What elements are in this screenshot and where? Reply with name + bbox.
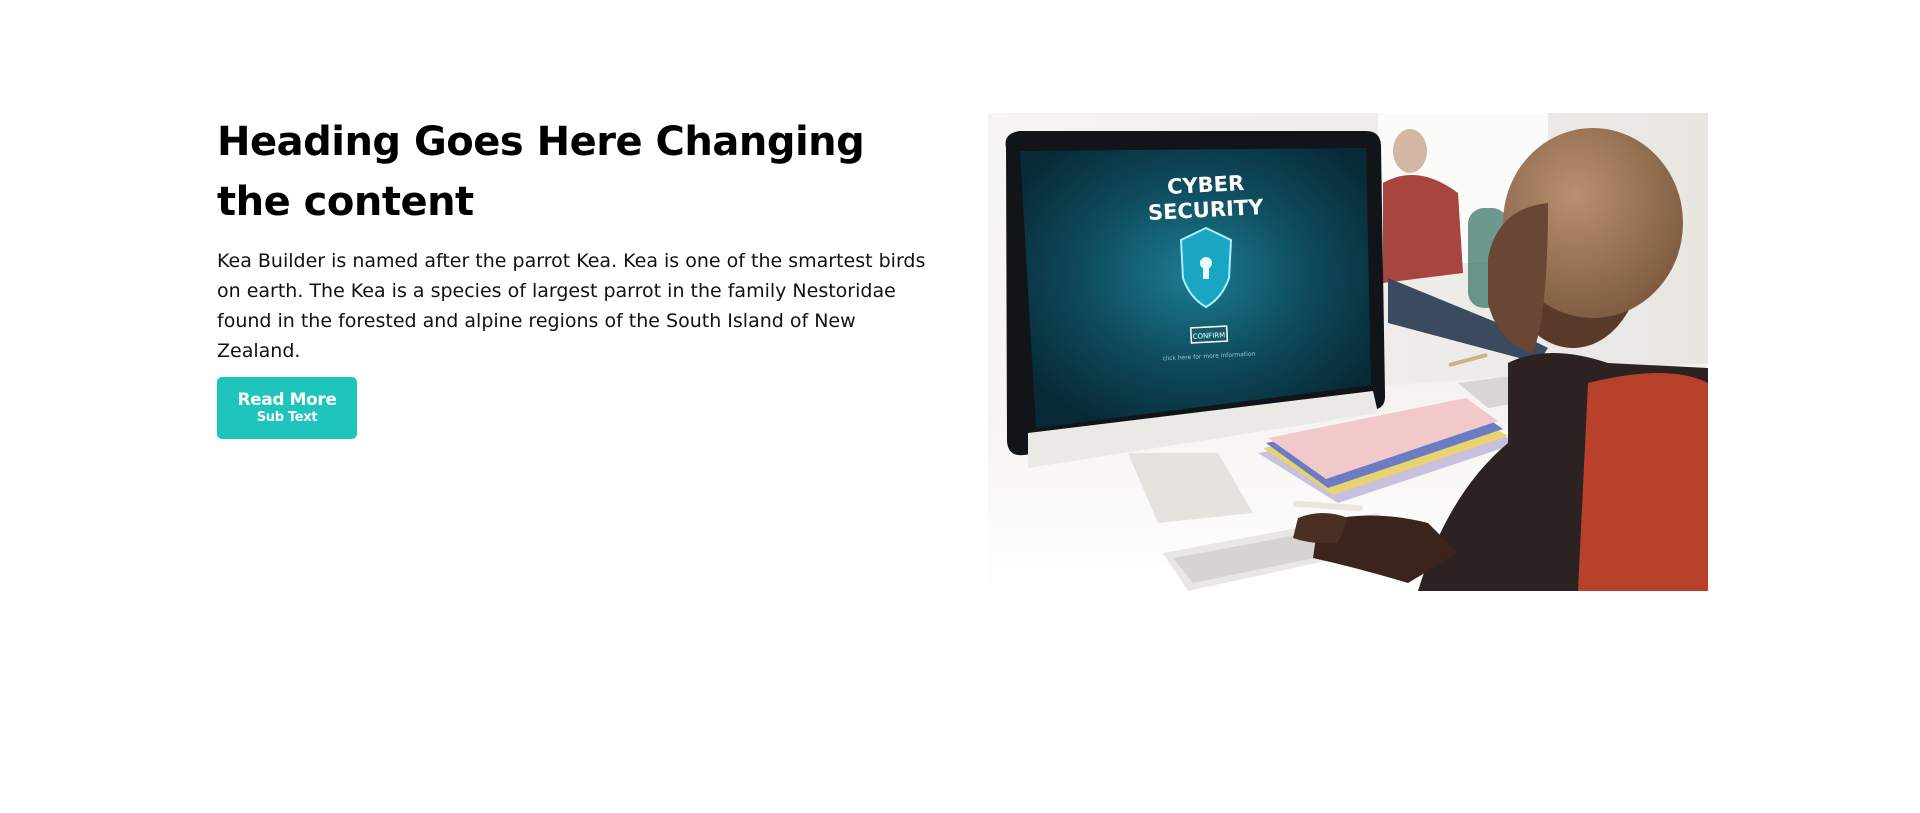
cyber-security-photo: CYBER SECURITY CONFIRM click here for mo… [988,113,1708,591]
screen-title-line1: CYBER [1166,171,1244,199]
text-column: Heading Goes Here Changing the content K… [217,112,937,439]
content-section: Heading Goes Here Changing the content K… [0,0,1920,813]
screen-confirm-label: CONFIRM [1192,331,1225,341]
section-body-text: Kea Builder is named after the parrot Ke… [217,250,926,362]
read-more-label: Read More [237,390,337,410]
read-more-button[interactable]: Read More Sub Text [217,377,357,439]
photo-illustration: CYBER SECURITY CONFIRM click here for mo… [988,113,1708,591]
monitor: CYBER SECURITY CONFIRM click here for mo… [1005,131,1386,468]
read-more-sub-label: Sub Text [256,410,318,425]
section-heading: Heading Goes Here Changing the content [217,119,865,225]
